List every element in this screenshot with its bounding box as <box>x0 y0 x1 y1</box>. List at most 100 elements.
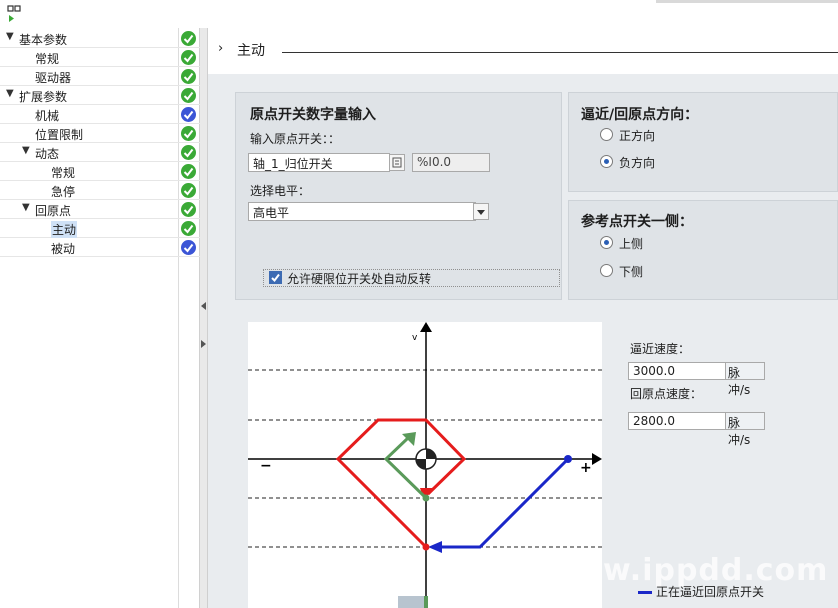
approach-speed-unit: 脉冲/s <box>725 362 765 380</box>
level-label: 选择电平： <box>250 182 310 199</box>
status-ok-icon <box>181 31 196 46</box>
tree-item-label: 位置限制 <box>35 126 83 143</box>
tree-item-label: 扩展参数 <box>19 88 67 105</box>
expand-arrow-icon[interactable]: ▼ <box>6 31 14 42</box>
legend-swatch <box>638 591 652 594</box>
status-ok-icon <box>181 126 196 141</box>
approach-speed-label: 逼近速度： <box>630 340 690 357</box>
red-point <box>423 544 430 551</box>
tree-item[interactable]: 常规 <box>0 48 200 67</box>
homing-diagram: v s − + <box>248 322 602 608</box>
tree-item-label: 被动 <box>51 240 75 257</box>
ref-side-lower-label: 下侧 <box>619 263 643 280</box>
tree-item[interactable]: 常规 <box>0 162 200 181</box>
auto-reverse-checkbox[interactable] <box>269 271 282 284</box>
red-path <box>338 420 464 547</box>
green-point <box>423 495 430 502</box>
tree-item[interactable]: ▼ 基本参数 <box>0 29 200 48</box>
address-field: %I0.0 <box>412 153 490 172</box>
tree-item[interactable]: 驱动器 <box>0 67 200 86</box>
home-switch-input[interactable]: 轴_1_归位开关 <box>248 153 390 172</box>
green-path <box>386 438 426 498</box>
status-ok-icon <box>181 164 196 179</box>
browse-tags-button[interactable] <box>389 154 405 171</box>
content-area: › 主动 原点开关数字量输入 输入原点开关：： 轴_1_归位开关 %I0.0 选… <box>208 28 838 608</box>
navigation-tree: ▼基本参数常规驱动器▼扩展参数机械位置限制▼动态常规急停▼回原点主动被动 <box>0 28 200 608</box>
status-ok-icon <box>181 50 196 65</box>
v-axis-arrow <box>420 322 432 332</box>
homing-speed-unit: 脉冲/s <box>725 412 765 430</box>
tree-item[interactable]: 主动 <box>0 219 200 238</box>
auto-reverse-label: 允许硬限位开关处自动反转 <box>287 270 431 287</box>
expand-arrow-icon[interactable]: ▼ <box>22 202 30 213</box>
expand-arrow-icon[interactable]: ▼ <box>6 88 14 99</box>
blue-start-point <box>564 455 572 463</box>
home-switch-title: 原点开关数字量输入 <box>250 104 376 124</box>
v-axis-label: v <box>412 333 418 343</box>
tree-item-label: 机械 <box>35 107 59 124</box>
tree-item-label: 动态 <box>35 145 59 162</box>
diagram-legend: 正在逼近回原点开关 <box>638 583 764 600</box>
panel-splitter[interactable] <box>200 28 208 608</box>
s-axis-arrow <box>592 453 602 465</box>
tree-item[interactable]: 被动 <box>0 238 200 257</box>
ref-side-upper-radio[interactable] <box>600 236 613 249</box>
ref-side-lower-radio[interactable] <box>600 264 613 277</box>
tree-item[interactable]: 机械 <box>0 105 200 124</box>
simulation-icon[interactable] <box>6 3 28 25</box>
tree-item-label: 常规 <box>51 164 75 181</box>
direction-panel: 逼近/回原点方向： 正方向 负方向 <box>568 92 838 192</box>
toolbar-divider <box>656 0 838 3</box>
tree-item[interactable]: ▼ 动态 <box>0 143 200 162</box>
header-rule <box>282 52 838 53</box>
approach-speed-input[interactable]: 3000.0 <box>628 362 726 380</box>
green-arrow <box>402 432 416 446</box>
expand-right-icon[interactable] <box>201 340 206 348</box>
status-ok-icon <box>181 202 196 217</box>
tree-item-label: 驱动器 <box>35 69 71 86</box>
home-switch-panel: 原点开关数字量输入 输入原点开关：： 轴_1_归位开关 %I0.0 选择电平： … <box>235 92 562 300</box>
status-info-icon <box>181 107 196 122</box>
direction-positive-radio[interactable] <box>600 128 613 141</box>
status-ok-icon <box>181 88 196 103</box>
blue-path <box>438 459 568 547</box>
homing-speed-label: 回原点速度： <box>630 385 702 402</box>
ref-side-upper-label: 上侧 <box>619 235 643 252</box>
tree-item-label: 急停 <box>51 183 75 200</box>
direction-negative-radio[interactable] <box>600 155 613 168</box>
switch-marker <box>398 596 426 608</box>
homing-speed-input[interactable]: 2800.0 <box>628 412 726 430</box>
tree-item-label: 常规 <box>35 50 59 67</box>
chevron-right-icon[interactable]: › <box>218 41 223 56</box>
blue-arrow <box>428 541 442 553</box>
ref-side-title: 参考点开关一侧： <box>581 211 693 231</box>
status-ok-icon <box>181 69 196 84</box>
ref-side-panel: 参考点开关一侧： 上侧 下侧 <box>568 200 838 300</box>
direction-negative-label: 负方向 <box>619 154 655 171</box>
collapse-left-icon[interactable] <box>201 302 206 310</box>
expand-arrow-icon[interactable]: ▼ <box>22 145 30 156</box>
tree-item-label: 回原点 <box>35 202 71 219</box>
direction-positive-label: 正方向 <box>619 127 655 144</box>
chevron-down-icon[interactable] <box>473 203 489 220</box>
legend-label: 正在逼近回原点开关 <box>656 585 764 599</box>
toolbar <box>0 0 838 28</box>
tree-item[interactable]: ▼ 回原点 <box>0 200 200 219</box>
home-switch-input-label: 输入原点开关：： <box>250 130 340 147</box>
status-ok-icon <box>181 145 196 160</box>
tree-item-label: 基本参数 <box>19 31 67 48</box>
direction-title: 逼近/回原点方向： <box>581 104 698 124</box>
plus-label: + <box>580 460 592 476</box>
section-header: › 主动 <box>208 28 838 74</box>
page-title: 主动 <box>237 40 265 60</box>
tree-item[interactable]: 急停 <box>0 181 200 200</box>
switch-marker-green <box>424 596 428 608</box>
status-ok-icon <box>181 183 196 198</box>
status-info-icon <box>181 240 196 255</box>
level-select[interactable]: 高电平 <box>248 202 476 221</box>
tree-item[interactable]: ▼ 扩展参数 <box>0 86 200 105</box>
status-ok-icon <box>181 221 196 236</box>
minus-label: − <box>260 458 272 474</box>
tree-item[interactable]: 位置限制 <box>0 124 200 143</box>
tree-item-label: 主动 <box>51 221 77 238</box>
